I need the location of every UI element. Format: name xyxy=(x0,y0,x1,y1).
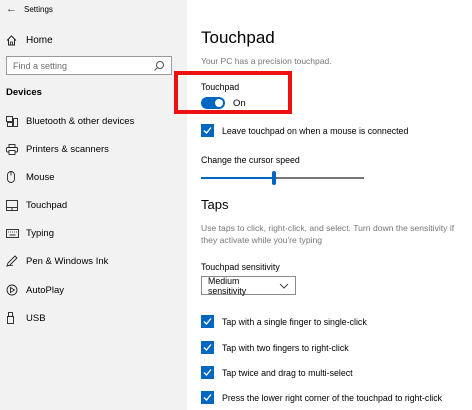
sidebar-item-touchpad[interactable]: Touchpad xyxy=(6,198,67,212)
sidebar-item-label: Touchpad xyxy=(26,199,68,211)
sensitivity-label: Touchpad sensitivity xyxy=(201,262,280,272)
window-title: Settings xyxy=(24,4,53,14)
section-title: Devices xyxy=(6,87,42,98)
sidebar-item-bluetooth[interactable]: Bluetooth & other devices xyxy=(6,114,134,128)
home-icon xyxy=(6,33,26,47)
sidebar-item-label: Printers & scanners xyxy=(26,143,109,155)
checkbox-checked-icon[interactable] xyxy=(201,391,214,404)
checkbox-checked-icon[interactable] xyxy=(201,366,214,379)
search-input[interactable]: Find a setting xyxy=(6,56,172,75)
sidebar-item-usb[interactable]: USB xyxy=(6,311,46,325)
sidebar-item-label: AutoPlay xyxy=(26,284,65,296)
cursor-speed-label: Change the cursor speed xyxy=(201,155,300,165)
taps-description: Use taps to click, right-click, and sele… xyxy=(201,223,455,245)
sidebar-item-home[interactable]: Home xyxy=(6,33,53,47)
page-title: Touchpad xyxy=(201,28,275,47)
sensitivity-dropdown[interactable]: Medium sensitivity xyxy=(201,275,296,296)
sidebar: ← Settings Home Find a setting Devices B… xyxy=(0,0,187,410)
touchpad-toggle[interactable] xyxy=(201,97,225,109)
printer-icon xyxy=(6,142,26,156)
sidebar-item-typing[interactable]: Typing xyxy=(6,226,54,240)
bluetooth-devices-icon xyxy=(6,114,26,128)
checkbox-checked-icon[interactable] xyxy=(201,341,214,354)
cursor-speed-slider[interactable] xyxy=(201,177,364,179)
checkbox-checked-icon[interactable] xyxy=(201,124,214,137)
taps-heading: Taps xyxy=(201,197,229,212)
usb-icon xyxy=(6,311,26,325)
page-subtitle: Your PC has a precision touchpad. xyxy=(201,56,332,66)
sidebar-item-autoplay[interactable]: AutoPlay xyxy=(6,283,64,297)
checkbox-label: Tap with a single finger to single-click xyxy=(222,316,367,327)
checkbox-label: Tap with two fingers to right-click xyxy=(222,342,349,353)
sidebar-item-printers[interactable]: Printers & scanners xyxy=(6,142,109,156)
sidebar-item-label: Bluetooth & other devices xyxy=(26,115,135,127)
chevron-down-icon xyxy=(279,282,289,290)
slider-fill xyxy=(201,177,273,179)
tap-single-finger-checkbox[interactable]: Tap with a single finger to single-click xyxy=(201,315,367,328)
sidebar-item-mouse[interactable]: Mouse xyxy=(6,170,55,184)
touchpad-toggle-label: Touchpad xyxy=(201,82,240,92)
mouse-icon xyxy=(6,170,26,184)
title-bar: ← Settings xyxy=(6,2,53,16)
sidebar-item-label: USB xyxy=(26,312,46,324)
tap-twice-drag-checkbox[interactable]: Tap twice and drag to multi-select xyxy=(201,366,353,379)
checkbox-label: Leave touchpad on when a mouse is connec… xyxy=(222,125,409,136)
slider-thumb[interactable] xyxy=(272,171,276,185)
search-icon[interactable] xyxy=(153,60,165,72)
sidebar-item-label: Mouse xyxy=(26,171,55,183)
checkbox-label: Press the lower right corner of the touc… xyxy=(222,392,443,403)
sidebar-item-label: Typing xyxy=(26,227,54,239)
toggle-knob xyxy=(215,99,223,107)
touchpad-icon xyxy=(6,198,26,212)
sidebar-item-pen[interactable]: Pen & Windows Ink xyxy=(6,254,108,268)
checkbox-label: Tap twice and drag to multi-select xyxy=(222,367,353,378)
keyboard-icon xyxy=(6,226,26,240)
sensitivity-value: Medium sensitivity xyxy=(208,275,247,296)
checkbox-checked-icon[interactable] xyxy=(201,315,214,328)
toggle-state-label: On xyxy=(233,98,246,109)
main-panel: Touchpad Your PC has a precision touchpa… xyxy=(174,0,472,410)
pen-icon xyxy=(6,254,26,268)
back-arrow-icon[interactable]: ← xyxy=(6,3,24,15)
leave-on-checkbox[interactable]: Leave touchpad on when a mouse is connec… xyxy=(201,124,408,137)
lower-right-corner-checkbox[interactable]: Press the lower right corner of the touc… xyxy=(201,391,442,404)
sidebar-item-label: Pen & Windows Ink xyxy=(26,255,109,267)
home-label: Home xyxy=(26,34,53,46)
search-placeholder: Find a setting xyxy=(13,60,68,71)
tap-two-fingers-checkbox[interactable]: Tap with two fingers to right-click xyxy=(201,341,349,354)
autoplay-icon xyxy=(6,283,26,297)
